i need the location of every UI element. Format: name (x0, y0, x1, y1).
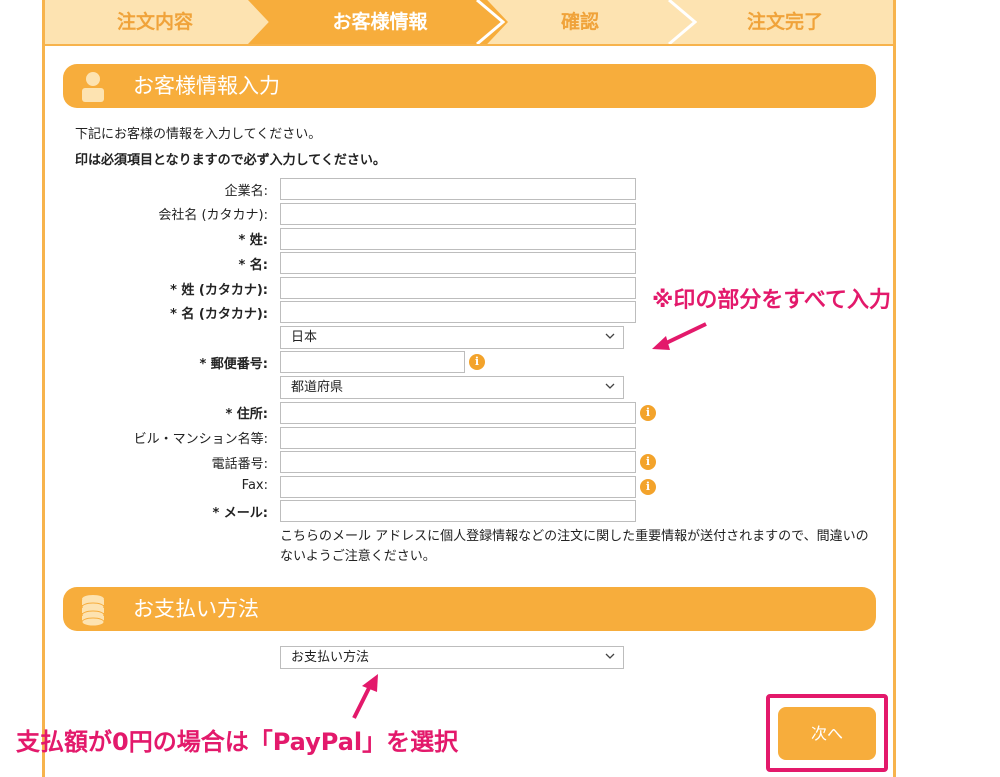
last-name-field[interactable] (280, 228, 636, 250)
required-hint-annotation: ※印の部分をすべて入力 (652, 288, 891, 313)
building-label: ビル・マンション名等: (133, 432, 268, 447)
address-label: * 住所: (225, 407, 268, 422)
company-kana-label: 会社名 (カタカナ): (158, 208, 268, 223)
step-confirm: 確認 (560, 11, 599, 33)
section-title: お客様情報入力 (133, 74, 280, 98)
info-icon[interactable]: i (640, 454, 656, 470)
country-value: 日本 (291, 330, 318, 345)
phone-field[interactable] (280, 451, 636, 473)
step-separator-icon (668, 0, 697, 44)
required-note: 印は必須項目となりますので必ず入力してください。 (75, 153, 386, 168)
first-name-field[interactable] (280, 252, 636, 274)
postal-field[interactable] (280, 351, 465, 373)
building-field[interactable] (280, 427, 636, 449)
customer-section-header: お客様情報入力 (63, 64, 876, 108)
info-icon[interactable]: i (640, 479, 656, 495)
payment-method-select[interactable]: お支払い方法 (280, 646, 624, 669)
email-label: * メール: (212, 506, 268, 521)
company-field[interactable] (280, 178, 636, 200)
prefecture-value: 都道府県 (291, 380, 344, 395)
postal-label: * 郵便番号: (199, 357, 268, 372)
payment-section-header: お支払い方法 (63, 587, 876, 631)
next-button[interactable]: 次へ (778, 707, 876, 760)
paypal-hint-annotation: 支払額が0円の場合は「PayPal」を選択 (16, 728, 459, 756)
fax-field[interactable] (280, 476, 636, 498)
section-title: お支払い方法 (133, 597, 259, 621)
checkout-steps: 注文内容 お客様情報 確認 注文完了 (45, 0, 893, 46)
last-name-kana-label: * 姓 (カタカナ): (170, 283, 268, 298)
arrow-icon (652, 322, 707, 350)
chevron-down-icon (605, 333, 615, 339)
form-intro-text: 下記にお客様の情報を入力してください。 (75, 127, 322, 142)
chevron-down-icon (605, 383, 615, 389)
last-name-kana-field[interactable] (280, 277, 636, 299)
first-name-kana-field[interactable] (280, 301, 636, 323)
info-icon[interactable]: i (640, 405, 656, 421)
arrow-icon (352, 674, 378, 719)
info-icon[interactable]: i (469, 354, 485, 370)
step-complete: 注文完了 (746, 11, 823, 33)
first-name-kana-label: * 名 (カタカナ): (170, 307, 268, 322)
address-field[interactable] (280, 402, 636, 424)
step-order-contents: 注文内容 (116, 11, 193, 33)
chevron-down-icon (605, 653, 615, 659)
first-name-label: * 名: (238, 258, 268, 273)
phone-label: 電話番号: (211, 457, 268, 472)
prefecture-select[interactable]: 都道府県 (280, 376, 624, 399)
person-icon (82, 72, 104, 102)
coins-icon (81, 595, 105, 627)
step-customer-info: お客様情報 (332, 11, 428, 33)
company-label: 企業名: (224, 184, 268, 199)
email-field[interactable] (280, 500, 636, 522)
last-name-label: * 姓: (238, 233, 268, 248)
email-note: こちらのメール アドレスに個人登録情報などの注文に関した重要情報が送付されますの… (280, 529, 869, 564)
country-select[interactable]: 日本 (280, 326, 624, 349)
payment-method-value: お支払い方法 (291, 650, 370, 665)
company-kana-field[interactable] (280, 203, 636, 225)
fax-label: Fax: (241, 478, 268, 493)
